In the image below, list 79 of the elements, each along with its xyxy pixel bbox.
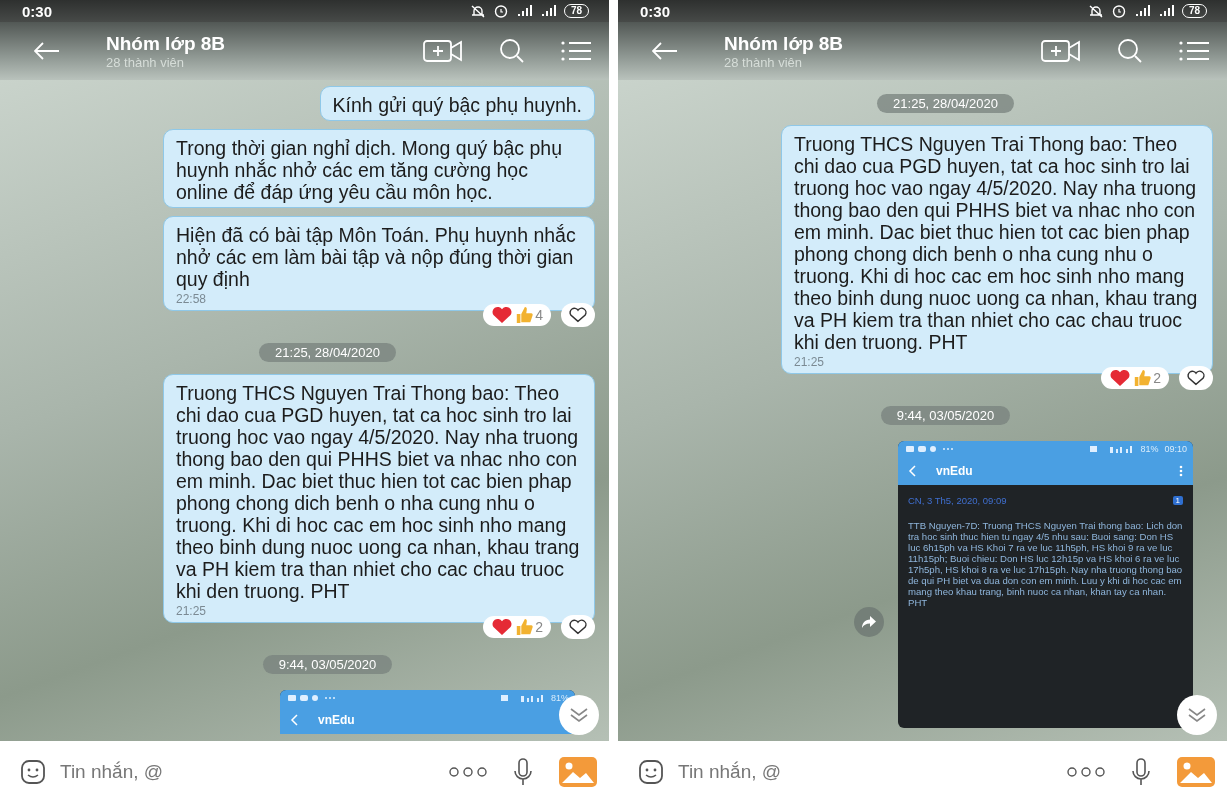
date-divider: 21:25, 28/04/2020 [877,94,1014,113]
alarm-icon [493,4,508,18]
reaction-count: 2 [1153,370,1161,386]
like-button[interactable] [561,615,595,639]
message-date: CN, 3 Th5, 2020, 09:09 [908,495,1007,506]
search-icon[interactable] [499,39,525,63]
message-time: 21:25 [176,604,208,618]
message-text: Kính gửi quý bậc phụ huynh. [332,94,582,116]
clock-text: 09:10 [1164,444,1187,454]
muted-bell-icon [469,4,486,18]
heart-outline-icon [568,307,588,323]
member-count: 28 thành viên [724,54,804,70]
date-divider: 9:44, 03/05/2020 [262,655,393,674]
alarm-icon [1111,4,1126,18]
reaction-summary[interactable]: 2 [1101,367,1169,389]
more-icon[interactable] [1067,767,1105,777]
like-button[interactable] [561,303,595,327]
muted-bell-icon [1087,4,1104,18]
battery-percent: 81% [551,693,569,703]
status-time: 0:30 [640,2,671,20]
signal-icons [1090,445,1135,453]
message-input[interactable]: Tin nhắn, @ [58,760,437,784]
message-text: Truong THCS Nguyen Trai Thong bao: Theo chi dao cua PGD huyen, tat ca hoc sinh tro lai truong hoc vao ngay 4/5/2020. Nay nha truong thong bao den qui PHHS biet va nhac nho con em minh. Dac biet thuc hien tot cac bien phap phong chong dich benh o nha cung nhu o truong. Khi di hoc cac em hoc sinh nho mang theo binh dung nuoc uong ca nhan, khau trang va PH kiem tra than nhiet cho cac chau truoc khi den truong. PHT [176,382,581,602]
reaction-count: 2 [535,619,543,635]
video-call-icon[interactable] [423,39,463,63]
thumbs-up-icon [515,306,534,324]
message-time: 21:25 [794,355,826,369]
reaction-summary[interactable]: 4 [483,304,551,326]
menu-icon[interactable] [1179,41,1209,61]
message-time: 22:58 [176,292,208,306]
message-input[interactable]: Tin nhắn, @ [676,760,1055,784]
shared-screenshot[interactable]: 81% vnEdu [280,690,575,734]
search-icon[interactable] [1117,39,1143,63]
date-divider: 9:44, 03/05/2020 [880,406,1011,425]
message-text: Trong thời gian nghỉ dịch. Mong quý bậc phụ huynh nhắc nhở các em tăng cường học online để đáp ứng yêu cầu môn học. [176,137,564,203]
back-arrow-icon[interactable] [652,42,678,60]
app-title: vnEdu [318,713,355,727]
microphone-icon[interactable] [513,757,533,787]
heart-outline-icon [568,619,588,635]
double-chevron-icon [1187,707,1207,723]
chat-title: Nhóm lớp 8B [106,32,226,55]
signal-icon [1133,4,1150,18]
thumbs-up-icon [1133,369,1152,387]
app-title: vnEdu [936,464,973,478]
status-icons [906,445,956,453]
signal-icon [539,4,556,18]
reaction-summary[interactable]: 2 [483,616,551,638]
double-chevron-icon [569,707,589,723]
share-arrow-icon [861,615,877,629]
heart-outline-icon [1186,370,1206,386]
signal-icons [501,694,545,702]
forward-button[interactable] [854,607,884,637]
microphone-icon[interactable] [1131,757,1151,787]
message-text: Hiện đã có bài tập Môn Toán. Phụ huynh nhắc nhở các em làm bài tập và nộp đúng thời gian quy định [176,224,577,290]
member-count: 28 thành viên [106,54,186,70]
heart-icon [491,306,514,324]
heart-icon [1109,369,1132,387]
sticker-icon[interactable] [638,759,664,785]
chat-title: Nhóm lớp 8B [724,32,844,55]
back-icon[interactable] [908,465,916,477]
message-text: TTB Nguyen-7D: Truong THCS Nguyen Trai thong bao: Lich don tra hoc sinh thuc hien tu ngay 4/5 nhu sau: Buoi sang: Don HS luc 6h15ph va HS Khoi 7 ra ve luc 11h5ph, HS khoi 9 ra ve luc 11h15ph; Buoi chieu: Don HS luc 12h15p va HS khoi 6 ra ve luc 17h5ph, HS khoi 8 ra ve luc 17h15ph. Nay nha truong thong bao de qui PH biet va dua don con em minh. Luu y khi di hoc cac em mang theo khau trang, binh nuoc ca nhan, khan tay ca nhan. PHT [908,520,1183,608]
reaction-count: 4 [535,307,543,323]
menu-icon[interactable] [561,41,591,61]
back-icon[interactable] [290,714,298,726]
count-badge: 1 [1172,496,1183,505]
more-icon[interactable] [449,767,487,777]
status-time: 0:30 [22,2,53,20]
date-divider: 21:25, 28/04/2020 [259,343,396,362]
signal-icon [1157,4,1174,18]
video-call-icon[interactable] [1041,39,1081,63]
status-icons [288,694,338,702]
back-arrow-icon[interactable] [34,42,60,60]
heart-icon [491,618,514,636]
message-text: Truong THCS Nguyen Trai Thong bao: Theo chi dao cua PGD huyen, tat ca hoc sinh tro lai truong hoc vao ngay 4/5/2020. Nay nha truong thong bao den qui PHHS biet va nhac nho con em minh. Dac biet thuc hien tot cac bien phap phong chong dich benh o nha cung nhu o truong. Khi di hoc cac em hoc sinh nho mang theo binh dung nuoc uong ca nhan, khau trang va PH kiem tra than nhiet cho cac chau truoc khi den truong. PHT [794,133,1199,353]
sticker-icon[interactable] [20,759,46,785]
signal-icon [515,4,532,18]
like-button[interactable] [1179,366,1213,390]
battery-percent: 81% [1140,444,1159,454]
thumbs-up-icon [515,618,534,636]
